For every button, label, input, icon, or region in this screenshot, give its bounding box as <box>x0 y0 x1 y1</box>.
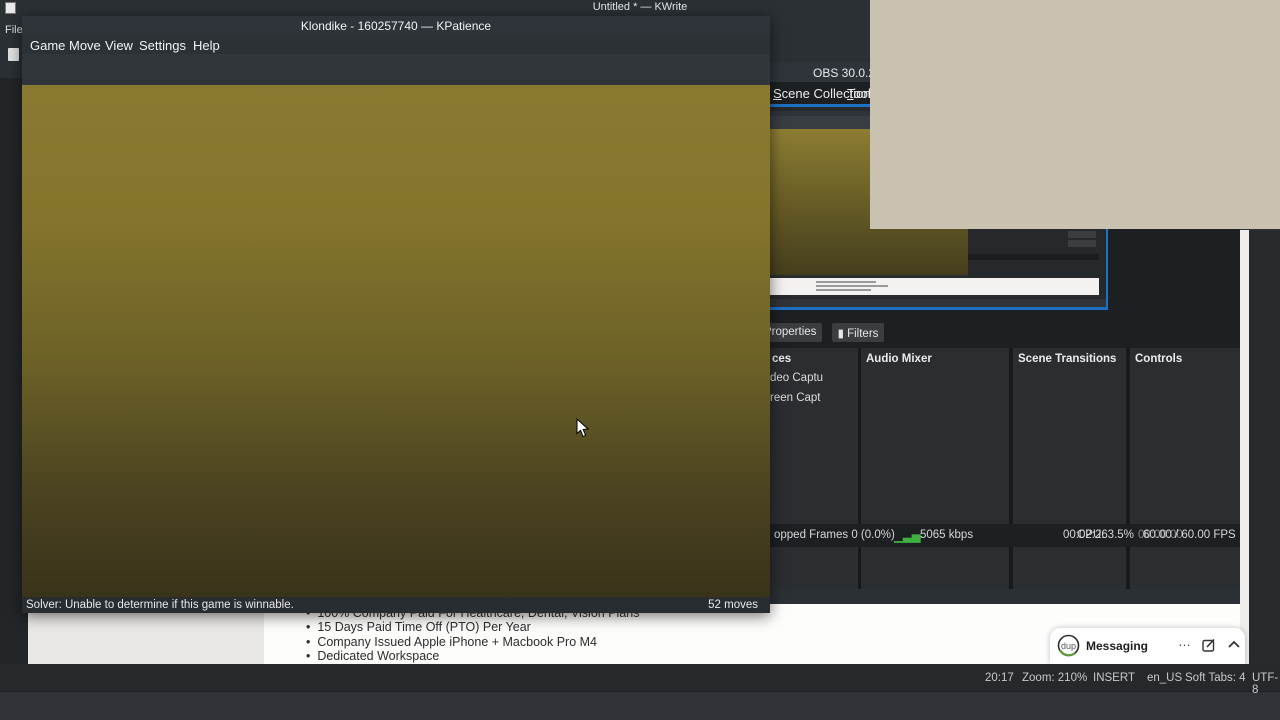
svg-text:dup: dup <box>1061 641 1076 651</box>
